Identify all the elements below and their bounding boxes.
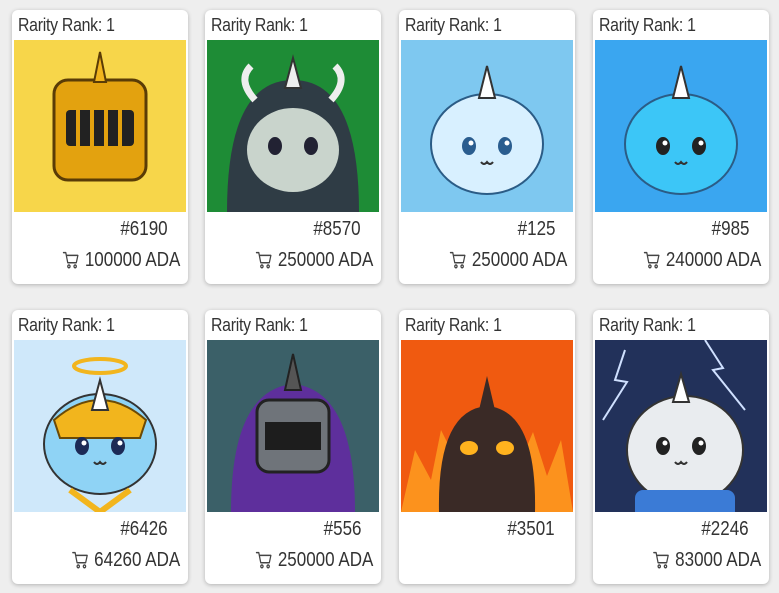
rarity-rank-label: Rarity Rank: 1 [18, 15, 115, 35]
nft-image[interactable] [595, 340, 767, 512]
nft-image[interactable] [207, 340, 379, 512]
nft-number: #556 [323, 518, 361, 540]
price-value: 83000 ADA [674, 548, 761, 571]
rarity-rank-label: Rarity Rank: 1 [18, 315, 115, 335]
nft-image[interactable] [401, 40, 573, 212]
rarity-rank-label: Rarity Rank: 1 [405, 315, 502, 335]
price-row[interactable]: 240000 ADA [643, 248, 761, 272]
price-value: 240000 ADA [665, 248, 761, 271]
nft-card[interactable]: Rarity Rank: 1 #3501 [399, 310, 575, 584]
cart-icon[interactable] [255, 549, 274, 571]
cart-icon[interactable] [449, 249, 468, 271]
price-value: 250000 ADA [471, 248, 567, 271]
price-value: 64260 ADA [93, 548, 180, 571]
price-row[interactable]: 83000 ADA [652, 548, 761, 572]
price-value: 100000 ADA [84, 248, 180, 271]
nft-card[interactable]: Rarity Rank: 1 #8570 250000 ADA [205, 10, 381, 284]
price-value: 250000 ADA [277, 548, 373, 571]
nft-image[interactable] [14, 40, 186, 212]
rarity-rank-label: Rarity Rank: 1 [211, 15, 308, 35]
price-row[interactable]: 250000 ADA [255, 248, 373, 272]
nft-number: #3501 [507, 518, 555, 540]
rarity-rank-label: Rarity Rank: 1 [599, 15, 696, 35]
nft-image[interactable] [595, 40, 767, 212]
nft-card[interactable]: Rarity Rank: 1 #125 250000 ADA [399, 10, 575, 284]
cart-icon[interactable] [71, 549, 90, 571]
nft-card[interactable]: Rarity Rank: 1 #2246 83000 ADA [593, 310, 769, 584]
cart-icon[interactable] [643, 249, 662, 271]
nft-image[interactable] [14, 340, 186, 512]
price-row[interactable]: 64260 ADA [71, 548, 180, 572]
nft-card[interactable]: Rarity Rank: 1 #6190 100000 ADA [12, 10, 188, 284]
rarity-rank-label: Rarity Rank: 1 [211, 315, 308, 335]
price-row[interactable]: 250000 ADA [449, 248, 567, 272]
nft-number: #6190 [120, 218, 168, 240]
nft-number: #8570 [313, 218, 361, 240]
cart-icon[interactable] [62, 249, 81, 271]
nft-number: #125 [517, 218, 555, 240]
nft-image[interactable] [401, 340, 573, 512]
price-row[interactable]: 250000 ADA [255, 548, 373, 572]
price-row[interactable]: 100000 ADA [62, 248, 180, 272]
nft-card[interactable]: Rarity Rank: 1 #556 250000 ADA [205, 310, 381, 584]
cart-icon[interactable] [652, 549, 671, 571]
price-value: 250000 ADA [277, 248, 373, 271]
rarity-rank-label: Rarity Rank: 1 [405, 15, 502, 35]
nft-number: #985 [711, 218, 749, 240]
rarity-rank-label: Rarity Rank: 1 [599, 315, 696, 335]
cart-icon[interactable] [255, 249, 274, 271]
nft-card[interactable]: Rarity Rank: 1 #985 240000 ADA [593, 10, 769, 284]
nft-number: #2246 [701, 518, 749, 540]
nft-image[interactable] [207, 40, 379, 212]
nft-number: #6426 [120, 518, 168, 540]
nft-card[interactable]: Rarity Rank: 1 #6426 64260 ADA [12, 310, 188, 584]
